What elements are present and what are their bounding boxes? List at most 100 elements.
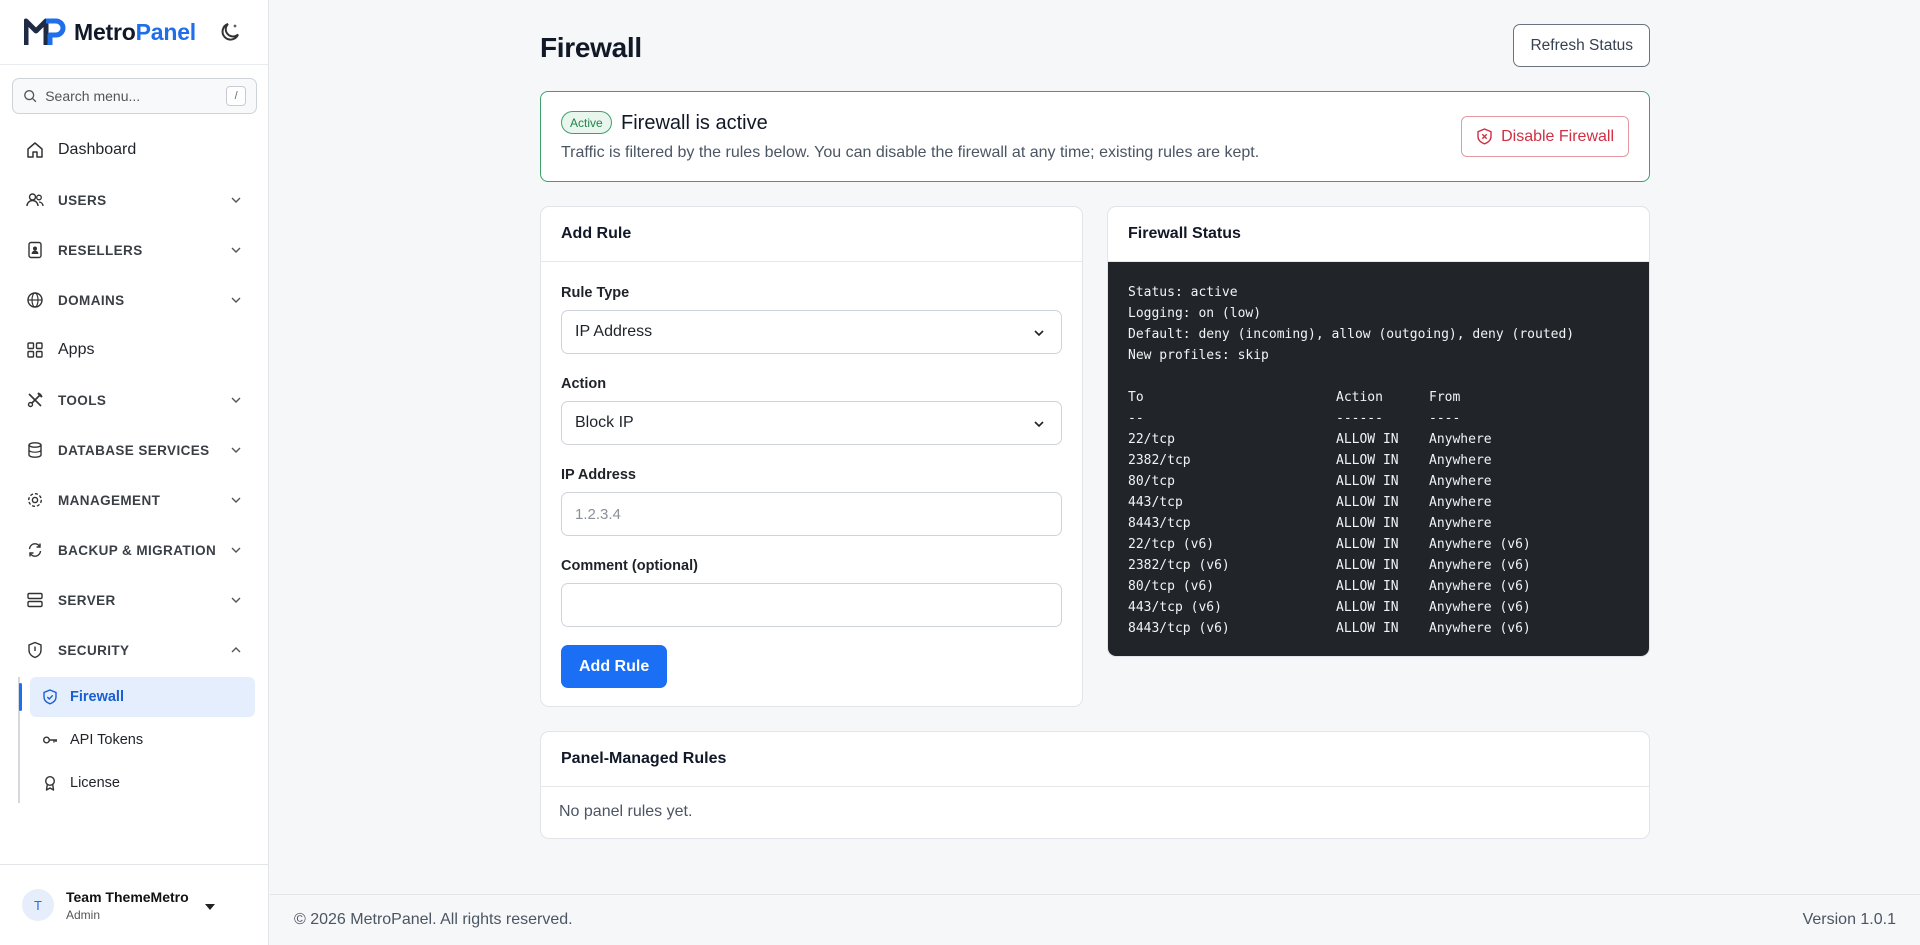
sidebar-item-label: TOOLS: [58, 392, 107, 408]
rule-to: 2382/tcp: [1128, 453, 1191, 468]
metropanel-logo-icon[interactable]: [24, 17, 68, 47]
sidebar-item-label: Firewall: [70, 689, 124, 705]
brand-name: MetroPanel: [74, 18, 196, 45]
sidebar-item-apps[interactable]: Apps: [0, 325, 269, 375]
disable-firewall-label: Disable Firewall: [1501, 127, 1614, 145]
version: Version 1.0.1: [1802, 911, 1896, 928]
chevron-down-icon: [1034, 330, 1044, 337]
sidebar-item-api-tokens[interactable]: API Tokens: [30, 720, 255, 760]
search-icon: [24, 90, 37, 103]
chevron-down-icon: [231, 547, 241, 553]
rule-to: 8443/tcp: [1128, 516, 1191, 531]
avatar: T: [22, 889, 54, 921]
column-action: Action: [1336, 390, 1383, 405]
rule-to: 2382/tcp (v6): [1128, 558, 1230, 573]
key-icon: [43, 736, 57, 744]
security-subnav: Firewall API Tokens License: [18, 677, 269, 803]
refresh-status-button[interactable]: Refresh Status: [1513, 24, 1650, 67]
separator: ------: [1336, 411, 1383, 426]
rule-row: 22/tcp ALLOW IN Anywhere: [1128, 429, 1631, 450]
rule-to: 80/tcp: [1128, 474, 1175, 489]
rule-type-label: Rule Type: [561, 285, 630, 301]
sidebar-item-label: License: [70, 775, 120, 791]
alert-text: Traffic is filtered by the rules below. …: [561, 144, 1260, 161]
rule-from: Anywhere (v6): [1429, 600, 1531, 615]
rule-to: 8443/tcp (v6): [1128, 621, 1230, 636]
sidebar-item-dashboard[interactable]: Dashboard: [0, 125, 269, 175]
sidebar-item-tools[interactable]: TOOLS: [0, 375, 269, 425]
rule-row: 2382/tcp ALLOW IN Anywhere: [1128, 450, 1631, 471]
rule-from: Anywhere: [1429, 516, 1492, 531]
rule-action: ALLOW IN: [1336, 558, 1399, 573]
id-badge-icon: [28, 241, 42, 259]
sidebar-item-label: DATABASE SERVICES: [58, 442, 210, 458]
search-input[interactable]: [45, 88, 227, 104]
user-menu[interactable]: T Team ThemeMetro Admin: [0, 864, 269, 945]
action-label: Action: [561, 376, 607, 392]
rule-from: Anywhere (v6): [1429, 558, 1531, 573]
rule-action: ALLOW IN: [1336, 474, 1399, 489]
sidebar-item-resellers[interactable]: RESELLERS: [0, 225, 269, 275]
rule-row: 22/tcp (v6) ALLOW IN Anywhere (v6): [1128, 534, 1631, 555]
empty-state-text: No panel rules yet.: [559, 803, 693, 820]
rule-to: 22/tcp (v6): [1128, 537, 1215, 552]
sidebar-item-label: API Tokens: [70, 732, 144, 748]
sidebar-item-label: USERS: [58, 192, 107, 208]
rules-separator-row: -- ------ ----: [1128, 408, 1631, 429]
firewall-status-title: Firewall Status: [1108, 207, 1649, 262]
tools-icon: [27, 392, 43, 408]
rule-action: ALLOW IN: [1336, 600, 1399, 615]
database-icon: [28, 442, 42, 458]
sidebar-item-database-services[interactable]: DATABASE SERVICES: [0, 425, 269, 475]
rule-type-select[interactable]: IP Address: [561, 310, 1062, 354]
panel-managed-rules-card: Panel-Managed Rules No panel rules yet.: [540, 731, 1650, 839]
disable-firewall-button[interactable]: Disable Firewall: [1461, 116, 1629, 157]
chevron-down-icon: [231, 497, 241, 503]
sidebar-item-domains[interactable]: DOMAINS: [0, 275, 269, 325]
home-icon: [27, 142, 43, 158]
caret-down-icon[interactable]: [204, 904, 215, 910]
sidebar-item-backup-migration[interactable]: BACKUP & MIGRATION: [0, 525, 269, 575]
sidebar-item-label: BACKUP & MIGRATION: [58, 542, 217, 558]
sidebar-item-label: SECURITY: [58, 642, 130, 658]
ip-address-input[interactable]: [575, 505, 1048, 523]
rule-from: Anywhere (v6): [1429, 621, 1531, 636]
sidebar-item-server[interactable]: SERVER: [0, 575, 269, 625]
column-from: From: [1429, 390, 1461, 405]
globe-icon: [27, 292, 43, 308]
sidebar-item-label: DOMAINS: [58, 292, 125, 308]
rule-action: ALLOW IN: [1336, 495, 1399, 510]
add-rule-button[interactable]: Add Rule: [561, 645, 668, 688]
rule-type-value: IP Address: [575, 323, 653, 340]
chevron-up-icon: [231, 647, 241, 653]
chevron-down-icon: [231, 397, 241, 403]
status-line: Default: deny (incoming), allow (outgoin…: [1128, 327, 1575, 342]
brand: MetroPanel: [0, 0, 268, 65]
rule-to: 443/tcp: [1128, 495, 1183, 510]
rule-row: 80/tcp (v6) ALLOW IN Anywhere (v6): [1128, 576, 1631, 597]
moon-icon[interactable]: [218, 20, 242, 44]
sidebar-item-security[interactable]: SECURITY: [0, 625, 269, 675]
panel-managed-rules-title: Panel-Managed Rules: [541, 732, 1649, 787]
sidebar-item-firewall[interactable]: Firewall: [19, 677, 255, 717]
server-icon: [27, 592, 43, 608]
grid-icon: [27, 342, 43, 358]
sidebar-item-license[interactable]: License: [30, 763, 255, 803]
sidebar-item-label: Dashboard: [58, 141, 137, 158]
rule-action: ALLOW IN: [1336, 537, 1399, 552]
action-select[interactable]: Block IP: [561, 401, 1062, 445]
sidebar-item-users[interactable]: USERS: [0, 175, 269, 225]
page-title: Firewall: [540, 32, 642, 63]
ip-address-label: IP Address: [561, 467, 636, 483]
sidebar: MetroPanel / Dashboard USERS RESELLERS D…: [0, 0, 269, 945]
comment-input[interactable]: [575, 596, 1048, 614]
rule-to: 443/tcp (v6): [1128, 600, 1222, 615]
chevron-down-icon: [231, 297, 241, 303]
chevron-down-icon: [231, 447, 241, 453]
chevron-down-icon: [1034, 421, 1044, 428]
rule-action: ALLOW IN: [1336, 579, 1399, 594]
ip-address-field: [561, 492, 1062, 536]
sidebar-item-management[interactable]: MANAGEMENT: [0, 475, 269, 525]
award-icon: [44, 775, 56, 791]
